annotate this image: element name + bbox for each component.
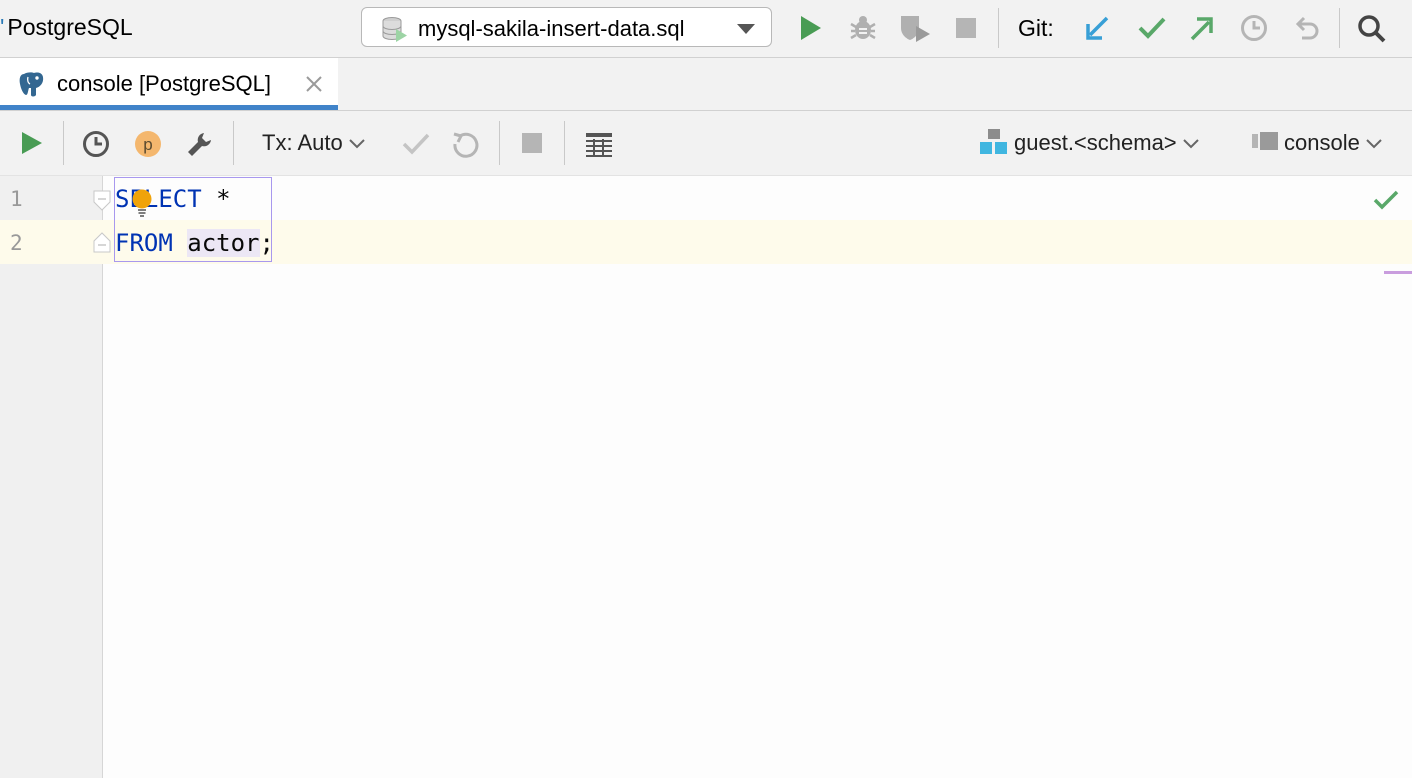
toolbar-separator [564,121,565,165]
schema-icon [979,128,1009,156]
search-icon[interactable] [1357,14,1387,44]
session-icon [1250,130,1280,156]
toolbar-separator [233,121,234,165]
fold-start-icon[interactable] [93,190,111,212]
chevron-down-icon [736,23,756,35]
error-stripe-marker[interactable] [1384,271,1412,274]
tab-console[interactable]: console [PostgreSQL] [0,58,338,110]
intention-bulb-icon[interactable] [131,189,153,219]
git-history-icon[interactable] [1240,14,1268,42]
close-icon[interactable] [305,75,323,93]
run-configuration-label: mysql-sakila-insert-data.sql [418,16,685,41]
chevron-down-icon [349,139,365,149]
line-number: 1 [10,187,23,211]
execute-icon[interactable] [20,130,44,156]
chevron-down-icon [1366,139,1382,149]
transaction-mode-dropdown[interactable]: Tx: Auto [262,130,365,156]
run-configuration-selector[interactable]: mysql-sakila-insert-data.sql [361,7,772,47]
chevron-down-icon [1182,139,1199,149]
console-toolbar: p Tx: Auto guest.<schema> console [0,111,1412,176]
git-commit-icon[interactable] [1137,14,1167,42]
toolbar-separator [63,121,64,165]
schema-label: guest.<schema> [1014,130,1177,155]
rollback-icon[interactable] [452,130,480,158]
tab-label: console [PostgreSQL] [57,71,272,96]
debug-icon[interactable] [849,14,877,42]
postgresql-elephant-icon [18,70,46,98]
git-rollback-icon[interactable] [1293,14,1321,42]
settings-wrench-icon[interactable] [186,130,214,158]
sql-file-run-icon [381,16,409,42]
toolbar-separator [998,8,999,48]
query-history-icon[interactable] [82,130,110,158]
stop-icon[interactable] [955,14,977,42]
coverage-icon[interactable] [899,14,931,42]
git-label: Git: [1018,15,1054,41]
git-update-icon[interactable] [1085,14,1111,42]
session-label: console [1284,130,1360,155]
toolbar-separator [1339,8,1340,48]
toolbar-separator [499,121,500,165]
git-push-icon[interactable] [1188,14,1214,42]
commit-icon[interactable] [401,130,431,158]
parameters-icon[interactable]: p [134,130,162,158]
cancel-query-icon[interactable] [521,130,543,156]
inspection-ok-icon[interactable] [1373,189,1399,211]
run-icon[interactable] [799,14,823,42]
line-number: 2 [10,231,23,255]
project-title[interactable]: ' PostgreSQL [0,14,133,41]
session-selector[interactable]: console [1284,130,1382,156]
sql-editor[interactable] [103,176,1412,778]
line-number-gutter [0,176,103,778]
transaction-mode-label: Tx: Auto [262,130,343,155]
active-tab-indicator [0,105,338,110]
editor-tab-bar: console [PostgreSQL] [0,58,1412,111]
schema-selector[interactable]: guest.<schema> [1014,130,1199,156]
fold-end-icon[interactable] [93,231,111,253]
navigation-bar: ' PostgreSQL mysql-sakila-insert-data.sql [0,0,1412,58]
result-view-icon[interactable] [584,130,614,158]
svg-text:p: p [143,135,152,154]
